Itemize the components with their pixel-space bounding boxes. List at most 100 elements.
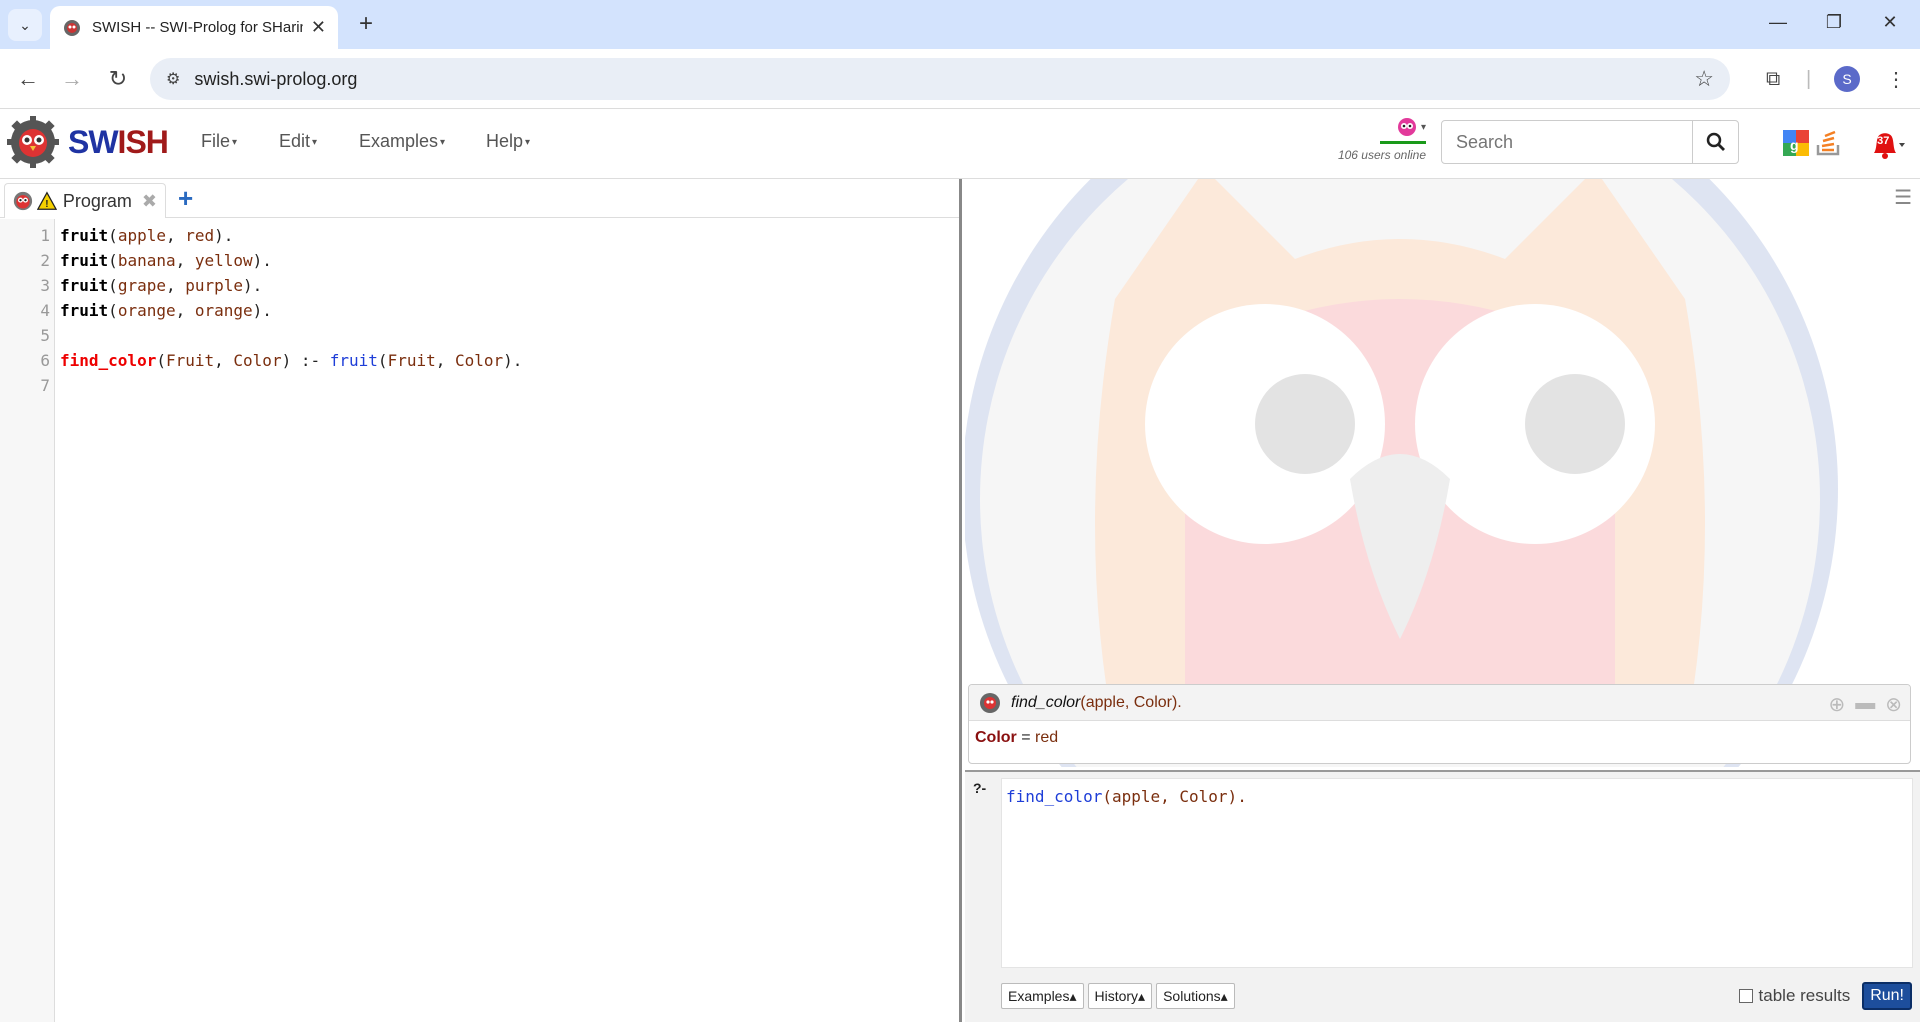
add-tab-icon[interactable]: +	[178, 183, 193, 214]
browser-toolbar: ← → ↻ ⚙ swish.swi-prolog.org ☆ ⧉ | S ⋮	[0, 49, 1920, 109]
line-number: 1	[40, 226, 50, 245]
tab-search-menu-button[interactable]: ⌄	[8, 9, 42, 41]
table-results-checkbox[interactable]	[1738, 989, 1753, 1003]
query-editor[interactable]: find_color(apple, Color).	[1001, 778, 1913, 968]
svg-text:!: !	[45, 199, 48, 210]
history-button[interactable]: History▴	[1087, 983, 1153, 1009]
notification-count: 037	[1871, 135, 1890, 147]
swish-navbar: SWISH File ▾ Edit ▾ Examples ▾ Help ▾ ▾ 106 …	[0, 109, 1920, 179]
code-text: find_color(Fruit, Color) :- fruit(Fruit,…	[60, 351, 523, 370]
minimize-window-button[interactable]: —	[1758, 12, 1798, 33]
line-number: 6	[40, 351, 50, 370]
solutions-button[interactable]: Solutions▴	[1156, 983, 1235, 1009]
close-tab-icon[interactable]: ✖	[142, 191, 157, 212]
owl-background-image	[965, 179, 1838, 767]
url-text: swish.swi-prolog.org	[194, 68, 358, 89]
chevron-down-icon: ▾	[1420, 121, 1426, 133]
query-args: (apple, Color).	[1102, 787, 1247, 806]
answer-header: find_color(apple, Color). ⊕ ▬ ⊗	[969, 685, 1910, 721]
toolbar-divider: |	[1806, 67, 1812, 90]
close-window-button[interactable]: ✕	[1870, 12, 1910, 33]
swish-favicon-icon	[64, 19, 80, 36]
query-buttons: Examples▴ History▴ Solutions▴	[1001, 983, 1235, 1009]
tab-title: SWISH -- SWI-Prolog for SHaring	[92, 19, 303, 36]
warning-icon: !	[36, 191, 57, 210]
code-text: fruit(banana, yellow).	[60, 251, 272, 270]
new-tab-button[interactable]: +	[352, 11, 380, 39]
site-info-icon[interactable]: ⚙	[166, 69, 180, 89]
line-number: 5	[40, 326, 50, 345]
code-line[interactable]: 4 fruit(orange, orange).	[0, 298, 962, 323]
profile-avatar[interactable]: S	[1834, 61, 1860, 97]
online-status-line	[1380, 141, 1426, 144]
chevron-down-icon: ⌄	[19, 16, 31, 33]
menu-help[interactable]: Help ▾	[486, 131, 530, 152]
minimize-icon[interactable]: ▬	[1855, 692, 1875, 717]
query-pane: ?- find_color(apple, Color). Examples▴ H…	[965, 770, 1920, 1022]
menu-edit[interactable]: Edit ▾	[279, 131, 317, 152]
address-bar[interactable]: ⚙ swish.swi-prolog.org ☆	[150, 58, 1730, 100]
swish-gear-icon	[980, 692, 1000, 713]
restore-window-button[interactable]: ❐	[1814, 12, 1854, 33]
table-results-label: table results	[1758, 986, 1851, 1005]
bookmark-star-icon[interactable]: ☆	[1694, 66, 1714, 92]
close-circle-icon[interactable]: ⊗	[1885, 692, 1902, 717]
code-line[interactable]: 1 fruit(apple, red).	[0, 223, 962, 248]
browser-tabstrip: ⌄ SWISH -- SWI-Prolog for SHaring ✕ + — …	[0, 0, 1920, 49]
line-number: 7	[40, 376, 50, 395]
answer-binding: Color = red	[969, 721, 1910, 755]
line-number: 4	[40, 301, 50, 320]
browser-tab-active[interactable]: SWISH -- SWI-Prolog for SHaring ✕	[50, 6, 338, 49]
line-number: 2	[40, 251, 50, 270]
search-button[interactable]	[1692, 120, 1739, 164]
line-number: 3	[40, 276, 50, 295]
menu-file[interactable]: File ▾	[201, 131, 237, 152]
editor-tabbar: ! Program ✖ +	[0, 179, 959, 218]
query-predicate: find_color	[1006, 787, 1103, 806]
query-run-controls: table results Run!	[1738, 982, 1912, 1010]
stackoverflow-icon[interactable]	[1814, 127, 1844, 157]
extensions-icon[interactable]: ⧉	[1766, 61, 1780, 97]
swish-title: SWISH	[68, 123, 169, 160]
menu-examples[interactable]: Examples ▾	[359, 131, 445, 152]
user-avatar[interactable]: ▾	[1322, 117, 1426, 137]
search-input[interactable]	[1441, 120, 1693, 164]
back-arrow-icon[interactable]: ←	[10, 61, 46, 97]
code-line[interactable]: 5	[0, 323, 962, 348]
swish-owl-icon	[13, 191, 33, 211]
tab-program[interactable]: ! Program ✖	[4, 183, 166, 218]
swish-logo-icon	[7, 116, 59, 168]
swish-brand[interactable]: SWISH	[6, 115, 169, 169]
reload-icon[interactable]: ↻	[100, 61, 136, 97]
menu-hamburger-icon[interactable]: ☰	[1894, 185, 1912, 210]
svg-text:g: g	[1790, 137, 1799, 153]
code-line[interactable]: 6 find_color(Fruit, Color) :- fruit(Fruit…	[0, 348, 962, 373]
run-button[interactable]: Run!	[1862, 982, 1912, 1010]
google-icon[interactable]: g	[1782, 129, 1810, 157]
answer-card: find_color(apple, Color). ⊕ ▬ ⊗ Color = …	[968, 684, 1911, 764]
tab-close-icon[interactable]: ✕	[311, 17, 326, 38]
code-line[interactable]: 7	[0, 373, 962, 398]
program-editor-pane: ! Program ✖ + 1 fruit(apple, red). 2 fruit(…	[0, 179, 962, 1022]
tab-program-label: Program	[62, 190, 132, 211]
answer-query: find_color(apple, Color).	[1011, 693, 1182, 711]
code-line[interactable]: 2 fruit(banana, yellow).	[0, 248, 962, 273]
code-line[interactable]: 3 fruit(grape, purple).	[0, 273, 962, 298]
examples-button[interactable]: Examples▴	[1001, 983, 1084, 1009]
download-icon[interactable]: ⊕	[1828, 692, 1845, 717]
forward-arrow-icon[interactable]: →	[54, 61, 90, 97]
answer-controls: ⊕ ▬ ⊗	[1828, 692, 1902, 717]
query-prompt: ?-	[973, 780, 987, 796]
users-online-widget[interactable]: ▾ 106 users online	[1322, 117, 1426, 162]
code-text: fruit(apple, red).	[60, 226, 234, 245]
browser-menu-icon[interactable]: ⋮	[1886, 61, 1906, 97]
binding-value: red	[1035, 729, 1059, 746]
binding-variable: Color	[975, 729, 1017, 746]
code-text: fruit(orange, orange).	[60, 301, 272, 320]
notifications-button[interactable]: 037	[1866, 127, 1906, 161]
binding-equals: =	[1016, 729, 1036, 746]
user-owl-icon	[1397, 118, 1416, 136]
code-editor[interactable]: 1 fruit(apple, red). 2 fruit(banana, yellow…	[0, 223, 962, 398]
